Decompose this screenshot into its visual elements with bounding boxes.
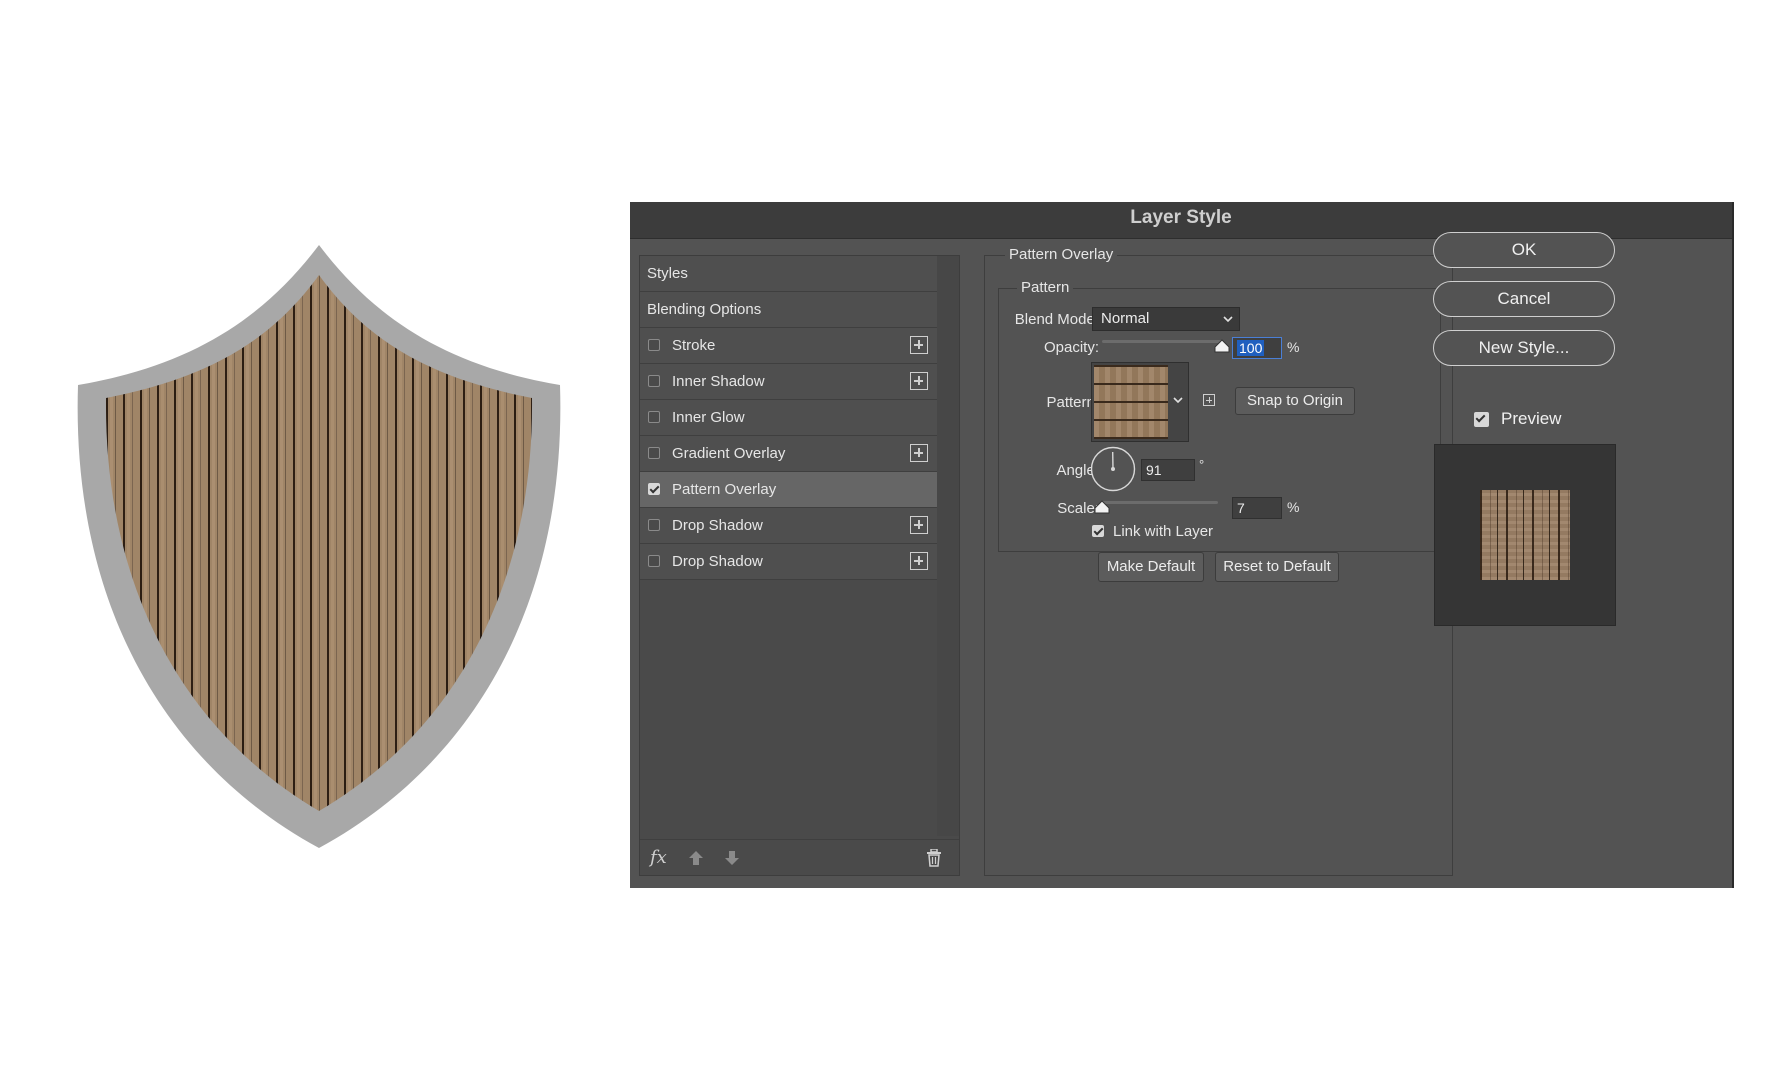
- new-preset-icon[interactable]: [1203, 394, 1215, 406]
- inner-shadow-checkbox[interactable]: [648, 375, 660, 387]
- link-with-layer-label: Link with Layer: [1113, 523, 1214, 540]
- scale-input[interactable]: 7: [1232, 497, 1282, 519]
- style-preview-box: [1434, 444, 1616, 626]
- cancel-button[interactable]: Cancel: [1433, 281, 1615, 317]
- chevron-down-icon: [1223, 316, 1233, 323]
- fx-menu-icon[interactable]: fx: [650, 847, 667, 868]
- group-title: Pattern: [1017, 279, 1074, 296]
- snap-to-origin-button[interactable]: Snap to Origin: [1235, 387, 1355, 415]
- add-gradient-overlay-icon[interactable]: [910, 444, 928, 462]
- blend-mode-dropdown[interactable]: Normal: [1092, 307, 1240, 331]
- preview-label: Preview: [1501, 409, 1562, 428]
- shield-wood-face: [105, 275, 533, 811]
- section-title: Pattern Overlay: [1005, 246, 1118, 263]
- add-stroke-icon[interactable]: [910, 336, 928, 354]
- drop-shadow-2-checkbox[interactable]: [648, 555, 660, 567]
- blend-mode-value: Normal: [1101, 310, 1150, 327]
- move-up-icon[interactable]: [688, 850, 704, 866]
- opacity-value: 100: [1237, 340, 1265, 356]
- style-item-drop-shadow-2[interactable]: Drop Shadow: [640, 544, 937, 580]
- drop-shadow-1-label: Drop Shadow: [672, 517, 763, 534]
- add-drop-shadow-2-icon[interactable]: [910, 552, 928, 570]
- blending-options-item[interactable]: Blending Options: [640, 292, 937, 328]
- pattern-overlay-checkbox[interactable]: [648, 483, 660, 495]
- scale-slider-thumb[interactable]: [1094, 500, 1110, 514]
- gradient-overlay-checkbox[interactable]: [648, 447, 660, 459]
- pattern-overlay-label: Pattern Overlay: [672, 481, 777, 498]
- scale-label: Scale:: [1057, 500, 1099, 517]
- style-item-inner-shadow[interactable]: Inner Shadow: [640, 364, 937, 400]
- style-item-drop-shadow-1[interactable]: Drop Shadow: [640, 508, 937, 544]
- pattern-overlay-panel: Pattern Overlay Pattern Blend Mode: Norm…: [984, 246, 1453, 876]
- new-style-button[interactable]: New Style...: [1433, 330, 1615, 366]
- angle-input[interactable]: 91: [1141, 459, 1195, 481]
- opacity-unit: %: [1287, 339, 1300, 355]
- pattern-swatch[interactable]: [1094, 365, 1168, 439]
- style-item-stroke[interactable]: Stroke: [640, 328, 937, 364]
- pattern-label: Pattern:: [1046, 394, 1099, 411]
- inner-glow-checkbox[interactable]: [648, 411, 660, 423]
- angle-unit: °: [1199, 457, 1205, 472]
- opacity-slider[interactable]: [1102, 340, 1222, 343]
- blending-options-label: Blending Options: [647, 301, 762, 318]
- angle-label: Angle:: [1056, 462, 1099, 479]
- preview-checkbox[interactable]: [1474, 412, 1489, 427]
- blend-mode-label: Blend Mode:: [1014, 311, 1099, 328]
- drop-shadow-1-checkbox[interactable]: [648, 519, 660, 531]
- inner-shadow-label: Inner Shadow: [672, 373, 765, 390]
- styles-header[interactable]: Styles: [640, 256, 937, 292]
- inner-glow-label: Inner Glow: [672, 409, 745, 426]
- gradient-overlay-label: Gradient Overlay: [672, 445, 786, 462]
- angle-dial[interactable]: [1090, 446, 1136, 492]
- add-drop-shadow-icon[interactable]: [910, 516, 928, 534]
- scale-unit: %: [1287, 499, 1300, 515]
- styles-list-footer: fx: [640, 839, 959, 876]
- pattern-group-box: Pattern Blend Mode: Normal Opacity: 100 …: [998, 279, 1441, 552]
- drop-shadow-2-label: Drop Shadow: [672, 553, 763, 570]
- layer-style-dialog: Layer Style Styles Blending Options Stro…: [630, 202, 1734, 888]
- stroke-checkbox[interactable]: [648, 339, 660, 351]
- style-item-inner-glow[interactable]: Inner Glow: [640, 400, 937, 436]
- opacity-label: Opacity:: [1043, 339, 1099, 356]
- pattern-chevron-down-icon[interactable]: [1173, 397, 1183, 404]
- shield-artwork: [77, 245, 561, 848]
- styles-list-panel: Styles Blending Options Stroke Inner Sha…: [639, 255, 960, 876]
- link-with-layer-checkbox[interactable]: [1092, 525, 1104, 537]
- styles-header-label: Styles: [647, 265, 688, 282]
- styles-list-scrollbar[interactable]: [937, 256, 959, 836]
- reset-to-default-button[interactable]: Reset to Default: [1215, 552, 1339, 582]
- ok-button[interactable]: OK: [1433, 232, 1615, 268]
- pattern-picker[interactable]: [1091, 362, 1189, 442]
- style-preview-thumbnail: [1480, 490, 1570, 580]
- style-item-pattern-overlay[interactable]: Pattern Overlay: [640, 472, 937, 508]
- make-default-button[interactable]: Make Default: [1098, 552, 1204, 582]
- trash-icon[interactable]: [926, 849, 942, 867]
- style-item-gradient-overlay[interactable]: Gradient Overlay: [640, 436, 937, 472]
- stroke-label: Stroke: [672, 337, 716, 354]
- scale-slider[interactable]: [1102, 501, 1218, 504]
- opacity-slider-thumb[interactable]: [1214, 339, 1230, 353]
- opacity-input[interactable]: 100: [1232, 337, 1282, 359]
- add-inner-shadow-icon[interactable]: [910, 372, 928, 390]
- move-down-icon[interactable]: [724, 850, 740, 866]
